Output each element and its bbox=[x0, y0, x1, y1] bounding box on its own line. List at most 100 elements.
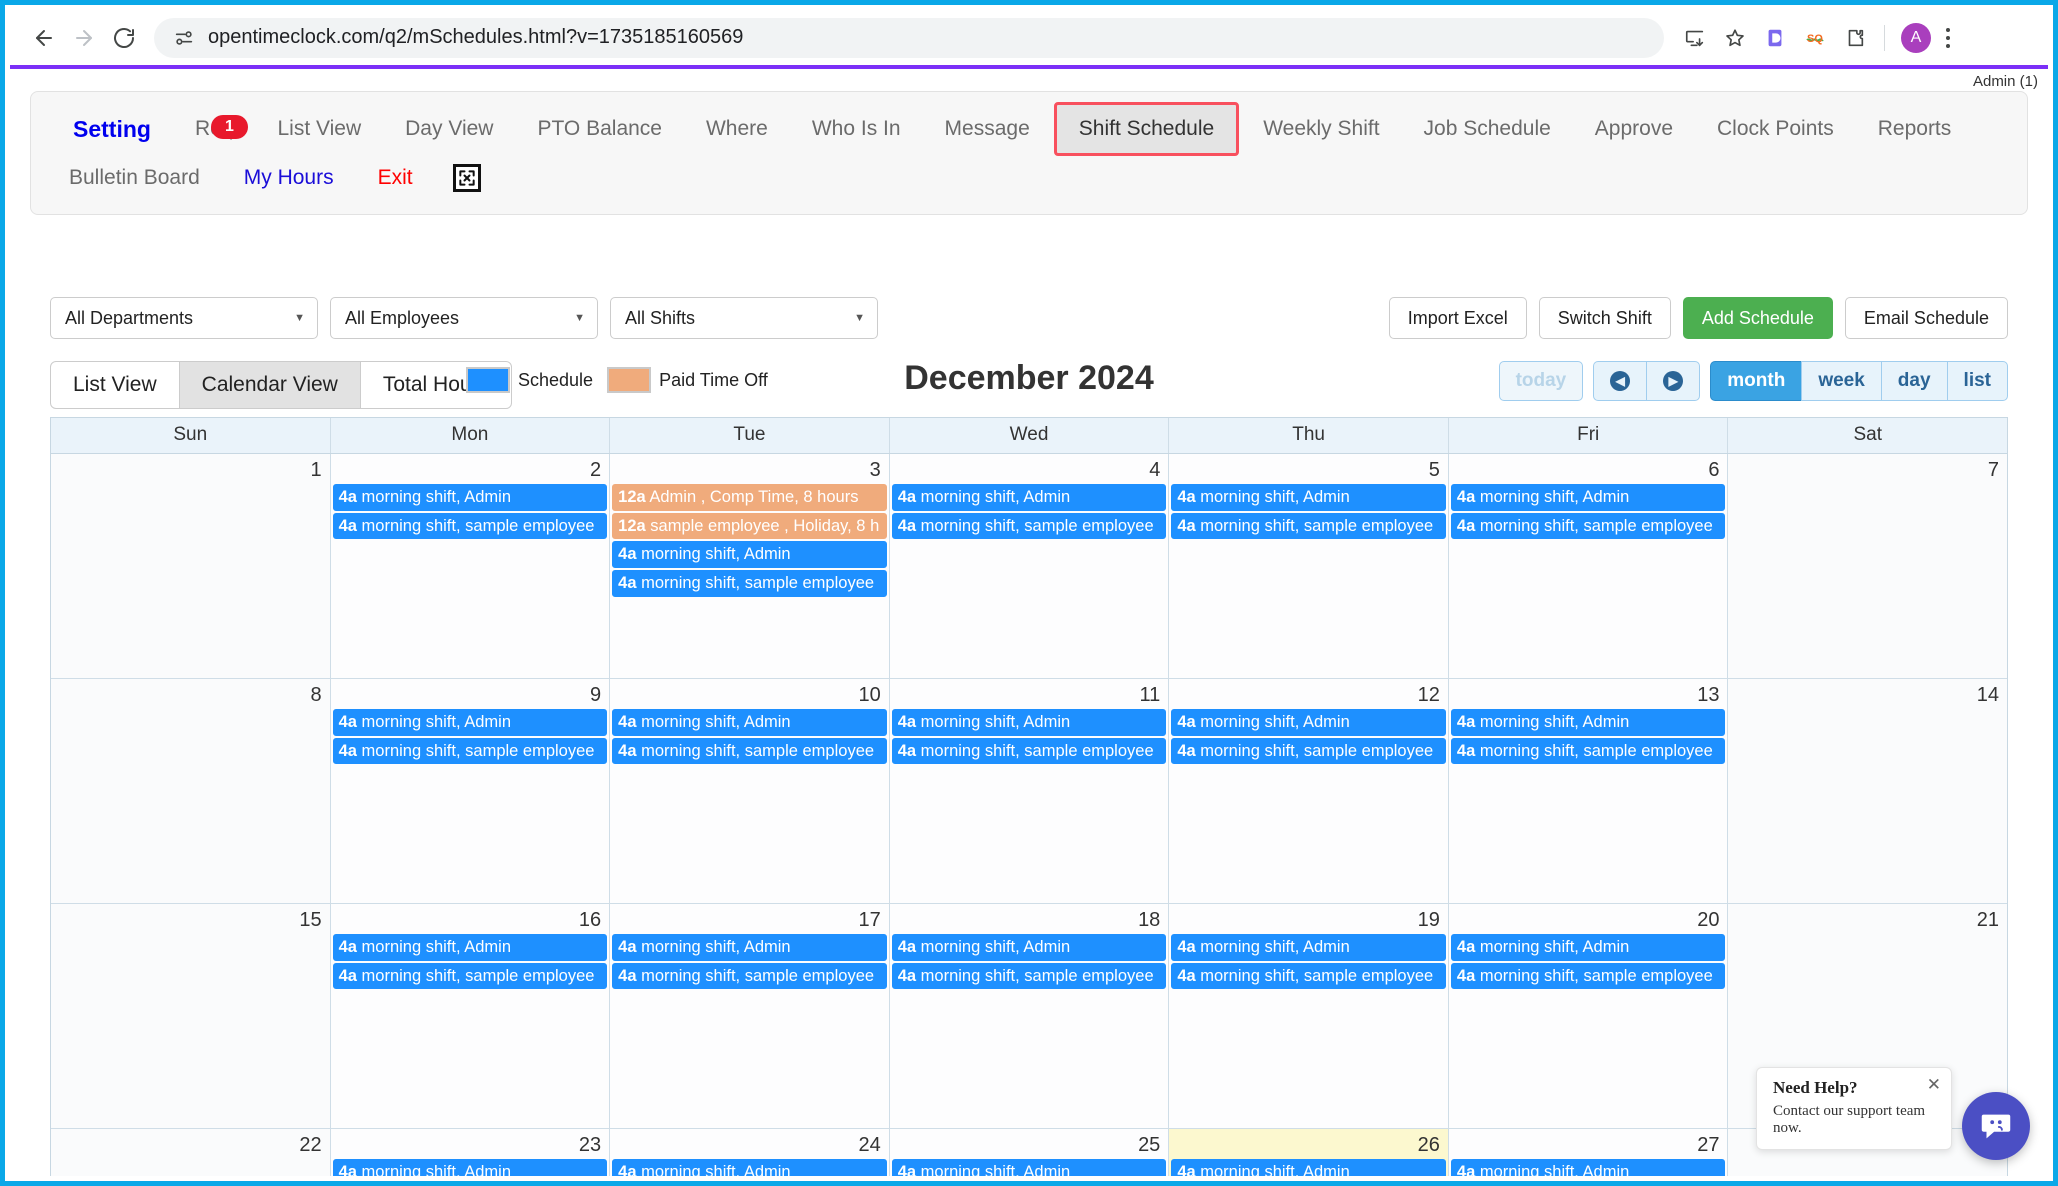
calendar-day-cell[interactable]: 15 bbox=[51, 904, 331, 1128]
view-day-button[interactable]: day bbox=[1880, 361, 1947, 401]
schedule-event[interactable]: 4a morning shift, sample employee bbox=[1171, 962, 1446, 990]
three-dot-menu-icon[interactable] bbox=[1933, 19, 1963, 57]
schedule-event[interactable]: 4a morning shift, Admin bbox=[1171, 1159, 1446, 1176]
today-button[interactable]: today bbox=[1498, 361, 1584, 401]
schedule-event[interactable]: 4a morning shift, Admin bbox=[891, 934, 1167, 961]
nav-pto-balance[interactable]: PTO Balance bbox=[515, 107, 684, 151]
nav-approve[interactable]: Approve bbox=[1573, 107, 1695, 151]
calendar-day-cell[interactable]: 5 4a morning shift, Admin 4a morning shift… bbox=[1169, 454, 1449, 678]
profile-avatar[interactable]: A bbox=[1901, 22, 1931, 53]
pto-event[interactable]: 12a Admin , Comp Time, 8 hours bbox=[612, 484, 887, 511]
schedule-event[interactable]: 4a morning shift, sample employee bbox=[1171, 737, 1446, 765]
nav-job-schedule[interactable]: Job Schedule bbox=[1402, 107, 1573, 151]
schedule-event[interactable]: 4a morning shift, Admin bbox=[891, 1159, 1167, 1176]
nav-message[interactable]: Message bbox=[923, 107, 1052, 151]
calendar-day-cell[interactable]: 7 bbox=[1728, 454, 2007, 678]
schedule-event[interactable]: 4a morning shift, Admin bbox=[891, 484, 1167, 511]
schedule-event[interactable]: 4a morning shift, Admin bbox=[1171, 709, 1446, 736]
schedule-event[interactable]: 4a morning shift, sample employee bbox=[891, 512, 1167, 540]
schedule-event[interactable]: 4a morning shift, sample employee bbox=[1450, 962, 1726, 990]
calendar-day-cell[interactable]: 26 4a morning shift, Admin4a morning shif… bbox=[1169, 1129, 1449, 1176]
schedule-event[interactable]: 4a morning shift, sample employee bbox=[1171, 512, 1446, 540]
calendar-day-cell[interactable]: 17 4a morning shift, Admin 4a morning shif… bbox=[610, 904, 890, 1128]
calendar-day-cell[interactable]: 18 4a morning shift, Admin 4a morning shif… bbox=[889, 904, 1170, 1128]
site-settings-icon[interactable] bbox=[170, 24, 198, 52]
calendar-day-cell[interactable]: 13 4a morning shift, Admin 4a morning shif… bbox=[1448, 679, 1729, 903]
schedule-event[interactable]: 4a morning shift, sample employee bbox=[1450, 512, 1726, 540]
nav-requests[interactable]: Req 1 bbox=[173, 107, 256, 151]
import-excel-button[interactable]: Import Excel bbox=[1388, 297, 1527, 339]
schedule-event[interactable]: 4a morning shift, Admin bbox=[612, 934, 887, 961]
nav-reports[interactable]: Reports bbox=[1856, 107, 1974, 151]
calendar-day-cell[interactable]: 1 bbox=[51, 454, 331, 678]
nav-clock-points[interactable]: Clock Points bbox=[1695, 107, 1856, 151]
calendar-day-cell[interactable]: 24 4a morning shift, Admin4a morning shif… bbox=[610, 1129, 890, 1176]
close-icon[interactable]: ✕ bbox=[1927, 1076, 1941, 1093]
add-schedule-button[interactable]: Add Schedule bbox=[1682, 297, 1833, 339]
schedule-event[interactable]: 4a morning shift, Admin bbox=[612, 1159, 887, 1176]
pto-event[interactable]: 12a sample employee , Holiday, 8 h bbox=[612, 512, 887, 540]
back-button[interactable] bbox=[24, 18, 64, 58]
view-week-button[interactable]: week bbox=[1801, 361, 1881, 401]
schedule-event[interactable]: 4a morning shift, Admin bbox=[1450, 1159, 1726, 1176]
reload-button[interactable] bbox=[104, 18, 144, 58]
nav-list-view[interactable]: List View bbox=[255, 107, 383, 151]
calendar-day-cell[interactable]: 12 4a morning shift, Admin 4a morning shif… bbox=[1169, 679, 1449, 903]
schedule-event[interactable]: 4a morning shift, sample employee bbox=[891, 737, 1167, 765]
calendar-day-cell[interactable]: 8 bbox=[51, 679, 331, 903]
docs-extension-icon[interactable] bbox=[1756, 19, 1794, 57]
calendar-day-cell[interactable]: 23 4a morning shift, Admin4a morning shif… bbox=[330, 1129, 611, 1176]
view-list-button[interactable]: list bbox=[1946, 361, 2008, 401]
schedule-event[interactable]: 4a morning shift, Admin bbox=[1171, 934, 1446, 961]
nav-bulletin-board[interactable]: Bulletin Board bbox=[47, 156, 222, 200]
nav-weekly-shift[interactable]: Weekly Shift bbox=[1241, 107, 1401, 151]
calendar-day-cell[interactable]: 10 4a morning shift, Admin 4a morning shif… bbox=[610, 679, 890, 903]
calendar-day-cell[interactable]: 4 4a morning shift, Admin 4a morning shift… bbox=[889, 454, 1170, 678]
nav-who-is-in[interactable]: Who Is In bbox=[790, 107, 923, 151]
nav-exit[interactable]: Exit bbox=[356, 156, 435, 200]
schedule-event[interactable]: 4a morning shift, Admin bbox=[332, 934, 608, 961]
schedule-event[interactable]: 4a morning shift, sample employee bbox=[1450, 737, 1726, 765]
forward-button[interactable] bbox=[64, 18, 104, 58]
schedule-event[interactable]: 4a morning shift, sample employee bbox=[332, 512, 608, 540]
sq-extension-icon[interactable]: SQ bbox=[1796, 19, 1834, 57]
employee-select[interactable]: All Employees ▼ bbox=[330, 297, 598, 339]
schedule-event[interactable]: 4a morning shift, Admin bbox=[612, 541, 887, 568]
schedule-event[interactable]: 4a morning shift, sample employee bbox=[612, 569, 887, 597]
prev-period-button[interactable]: ◀ bbox=[1593, 361, 1647, 401]
calendar-day-cell[interactable]: 16 4a morning shift, Admin 4a morning shif… bbox=[330, 904, 611, 1128]
schedule-event[interactable]: 4a morning shift, Admin bbox=[1171, 484, 1446, 511]
nav-day-view[interactable]: Day View bbox=[383, 107, 515, 151]
nav-setting[interactable]: Setting bbox=[47, 106, 173, 153]
calendar-day-cell[interactable]: 6 4a morning shift, Admin 4a morning shift… bbox=[1448, 454, 1729, 678]
calendar-day-cell[interactable]: 19 4a morning shift, Admin 4a morning shif… bbox=[1169, 904, 1449, 1128]
view-month-button[interactable]: month bbox=[1710, 361, 1802, 401]
schedule-event[interactable]: 4a morning shift, Admin bbox=[1450, 484, 1726, 511]
chat-bubble-icon[interactable] bbox=[1962, 1092, 2030, 1160]
install-app-icon[interactable] bbox=[1676, 19, 1714, 57]
schedule-event[interactable]: 4a morning shift, Admin bbox=[1450, 709, 1726, 736]
bookmark-star-icon[interactable] bbox=[1716, 19, 1754, 57]
address-bar[interactable]: opentimeclock.com/q2/mSchedules.html?v=1… bbox=[154, 17, 1664, 58]
tab-list-view[interactable]: List View bbox=[51, 362, 180, 408]
nav-where[interactable]: Where bbox=[684, 107, 790, 151]
calendar-day-cell[interactable]: 14 bbox=[1728, 679, 2007, 903]
calendar-day-cell[interactable]: 27 4a morning shift, Admin4a morning shif… bbox=[1448, 1129, 1729, 1176]
calendar-day-cell[interactable]: 20 4a morning shift, Admin 4a morning shif… bbox=[1448, 904, 1729, 1128]
nav-shift-schedule[interactable]: Shift Schedule bbox=[1053, 102, 1240, 156]
calendar-day-cell[interactable]: 11 4a morning shift, Admin 4a morning shif… bbox=[889, 679, 1170, 903]
schedule-event[interactable]: 4a morning shift, Admin bbox=[332, 1159, 608, 1176]
schedule-event[interactable]: 4a morning shift, Admin bbox=[891, 709, 1167, 736]
calendar-day-cell[interactable]: 3 12a Admin , Comp Time, 8 hours 12a sampl… bbox=[610, 454, 890, 678]
department-select[interactable]: All Departments ▼ bbox=[50, 297, 318, 339]
nav-my-hours[interactable]: My Hours bbox=[222, 156, 356, 200]
calendar-day-cell[interactable]: 9 4a morning shift, Admin 4a morning shift… bbox=[330, 679, 611, 903]
email-schedule-button[interactable]: Email Schedule bbox=[1844, 297, 2008, 339]
schedule-event[interactable]: 4a morning shift, sample employee bbox=[612, 962, 887, 990]
switch-shift-button[interactable]: Switch Shift bbox=[1538, 297, 1671, 339]
calendar-day-cell[interactable]: 2 4a morning shift, Admin 4a morning shift… bbox=[330, 454, 611, 678]
schedule-event[interactable]: 4a morning shift, Admin bbox=[612, 709, 887, 736]
puzzle-extension-icon[interactable] bbox=[1836, 19, 1874, 57]
schedule-event[interactable]: 4a morning shift, sample employee bbox=[891, 962, 1167, 990]
schedule-event[interactable]: 4a morning shift, sample employee bbox=[332, 962, 608, 990]
